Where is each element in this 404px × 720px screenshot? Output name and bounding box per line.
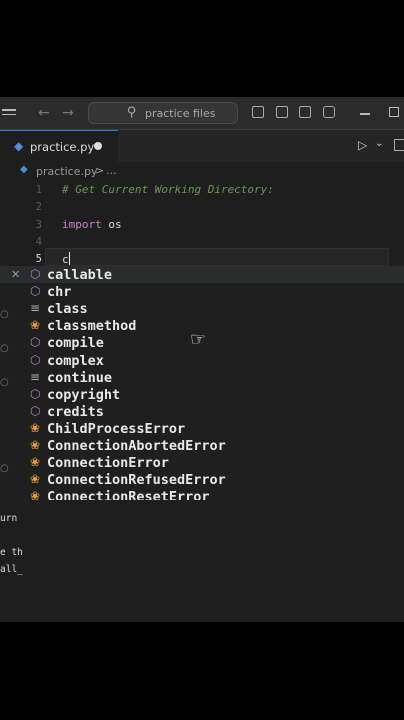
cube-icon: ⬡	[30, 335, 41, 349]
suggestion-item[interactable]: ✕ ⬡ callable	[0, 266, 404, 283]
toggle-panel-icon[interactable]	[276, 106, 288, 118]
breadcrumb: ◆ practice.py > ...	[0, 162, 404, 180]
suggestion-label: ConnectionResetError	[47, 489, 210, 500]
toggle-primary-sidebar-icon[interactable]	[252, 106, 264, 118]
suggestion-item[interactable]: ≡ class	[0, 300, 404, 317]
suggestion-item[interactable]: ⬡ complex	[0, 352, 404, 369]
current-line-highlight	[45, 248, 389, 266]
suggestion-label: complex	[47, 353, 104, 369]
close-icon[interactable]: ✕	[11, 268, 20, 281]
snippet-icon: ≡	[30, 370, 41, 384]
autocomplete-suggestion-list[interactable]: ✕ ⬡ callable ⬡ chr ≡ class ❀ classmethod…	[0, 266, 404, 500]
suggestion-item[interactable]: ❀ ConnectionAbortedError	[0, 437, 404, 454]
customize-layout-icon[interactable]	[323, 106, 335, 118]
suggestion-label: chr	[47, 284, 72, 300]
command-center-search[interactable]: ⚲ practice files	[88, 102, 238, 124]
tab-label: practice.py	[30, 140, 95, 154]
suggestion-item[interactable]: ❀ ConnectionResetError	[0, 488, 404, 500]
unsaved-dot-icon[interactable]	[94, 142, 102, 150]
class-icon: ❀	[30, 318, 41, 332]
suggestion-item[interactable]: ⬡ credits	[0, 403, 404, 420]
suggestion-label: ConnectionRefusedError	[47, 472, 226, 488]
forward-arrow-icon[interactable]: →	[62, 105, 74, 121]
vscode-window: ← → ⚲ practice files ◆ practice.py ▷ ⌄ ◆…	[0, 97, 404, 622]
suggestion-item[interactable]: ❀ ChildProcessError	[0, 420, 404, 437]
chevron-down-icon[interactable]: ⌄	[375, 138, 383, 149]
hand-pointer-icon: ☞	[190, 329, 207, 350]
sidebar-fragment-icon: ○	[0, 309, 9, 320]
class-icon: ❀	[30, 455, 41, 469]
suggestion-label: continue	[47, 370, 113, 386]
suggestion-label: callable	[47, 267, 113, 283]
sidebar-fragment-icon: ○	[0, 377, 9, 388]
import-module: os	[101, 218, 122, 231]
class-icon: ❀	[30, 489, 41, 500]
tab-practice-py[interactable]: ◆ practice.py	[0, 130, 118, 162]
suggestion-item[interactable]: ⬡ chr	[0, 283, 404, 300]
cube-icon: ⬡	[30, 387, 41, 401]
line-number: 3	[35, 219, 42, 231]
python-file-icon: ◆	[20, 164, 28, 175]
search-label: practice files	[145, 107, 216, 120]
suggestion-item[interactable]: ❀ ConnectionRefusedError	[0, 471, 404, 488]
sidebar-fragment-icon: ○	[0, 343, 9, 354]
class-icon: ❀	[30, 421, 41, 435]
back-arrow-icon[interactable]: ←	[38, 105, 50, 121]
breadcrumb-more[interactable]: ...	[106, 164, 117, 177]
toggle-secondary-sidebar-icon[interactable]	[299, 106, 311, 118]
code-line-comment[interactable]: # Get Current Working Directory:	[62, 183, 274, 196]
suggestion-item[interactable]: ❀ ConnectionError	[0, 454, 404, 471]
breadcrumb-file[interactable]: practice.py	[36, 165, 97, 178]
suggestion-label: ConnectionAbortedError	[47, 438, 226, 454]
cube-icon: ⬡	[30, 353, 41, 367]
python-file-icon: ◆	[14, 139, 24, 153]
line-number: 1	[35, 184, 42, 196]
panel-text-fragment: urn	[0, 513, 18, 524]
sidebar-fragment-icon: ○	[0, 463, 9, 474]
class-icon: ❀	[30, 472, 41, 486]
import-keyword: import	[62, 218, 102, 231]
suggestion-item[interactable]: ⬡ copyright	[0, 386, 404, 403]
cube-icon: ⬡	[30, 284, 41, 298]
line-number-active: 5	[35, 253, 42, 265]
split-editor-icon[interactable]	[394, 139, 404, 151]
line-number: 4	[35, 236, 42, 248]
menu-icon[interactable]	[2, 109, 16, 118]
code-line-import[interactable]: import os	[62, 218, 122, 231]
maximize-icon[interactable]	[389, 107, 399, 117]
suggestion-label: credits	[47, 404, 104, 420]
suggestion-label: ChildProcessError	[47, 421, 186, 437]
line-number: 2	[35, 201, 42, 213]
cube-icon: ⬡	[30, 267, 41, 281]
code-line-current[interactable]: c	[62, 252, 70, 266]
editor-tab-bar: ◆ practice.py ▷ ⌄	[0, 130, 404, 162]
minimize-icon[interactable]	[360, 113, 370, 115]
cube-icon: ⬡	[30, 404, 41, 418]
breadcrumb-separator: >	[95, 164, 105, 177]
suggestion-label: compile	[47, 335, 104, 351]
suggestion-label: classmethod	[47, 318, 137, 334]
typed-text: c	[62, 253, 69, 266]
text-caret	[68, 252, 70, 265]
suggestion-label: ConnectionError	[47, 455, 169, 471]
class-icon: ❀	[30, 438, 41, 452]
panel-text-fragment: all_	[0, 564, 23, 575]
suggestion-item[interactable]: ≡ continue	[0, 369, 404, 386]
search-icon: ⚲	[127, 105, 137, 120]
snippet-icon: ≡	[30, 301, 41, 315]
run-python-file-icon[interactable]: ▷	[358, 138, 367, 152]
title-bar: ← → ⚲ practice files	[0, 97, 404, 130]
suggestion-label: copyright	[47, 387, 121, 403]
panel-text-fragment: e th	[0, 547, 23, 558]
suggestion-label: class	[47, 301, 88, 317]
